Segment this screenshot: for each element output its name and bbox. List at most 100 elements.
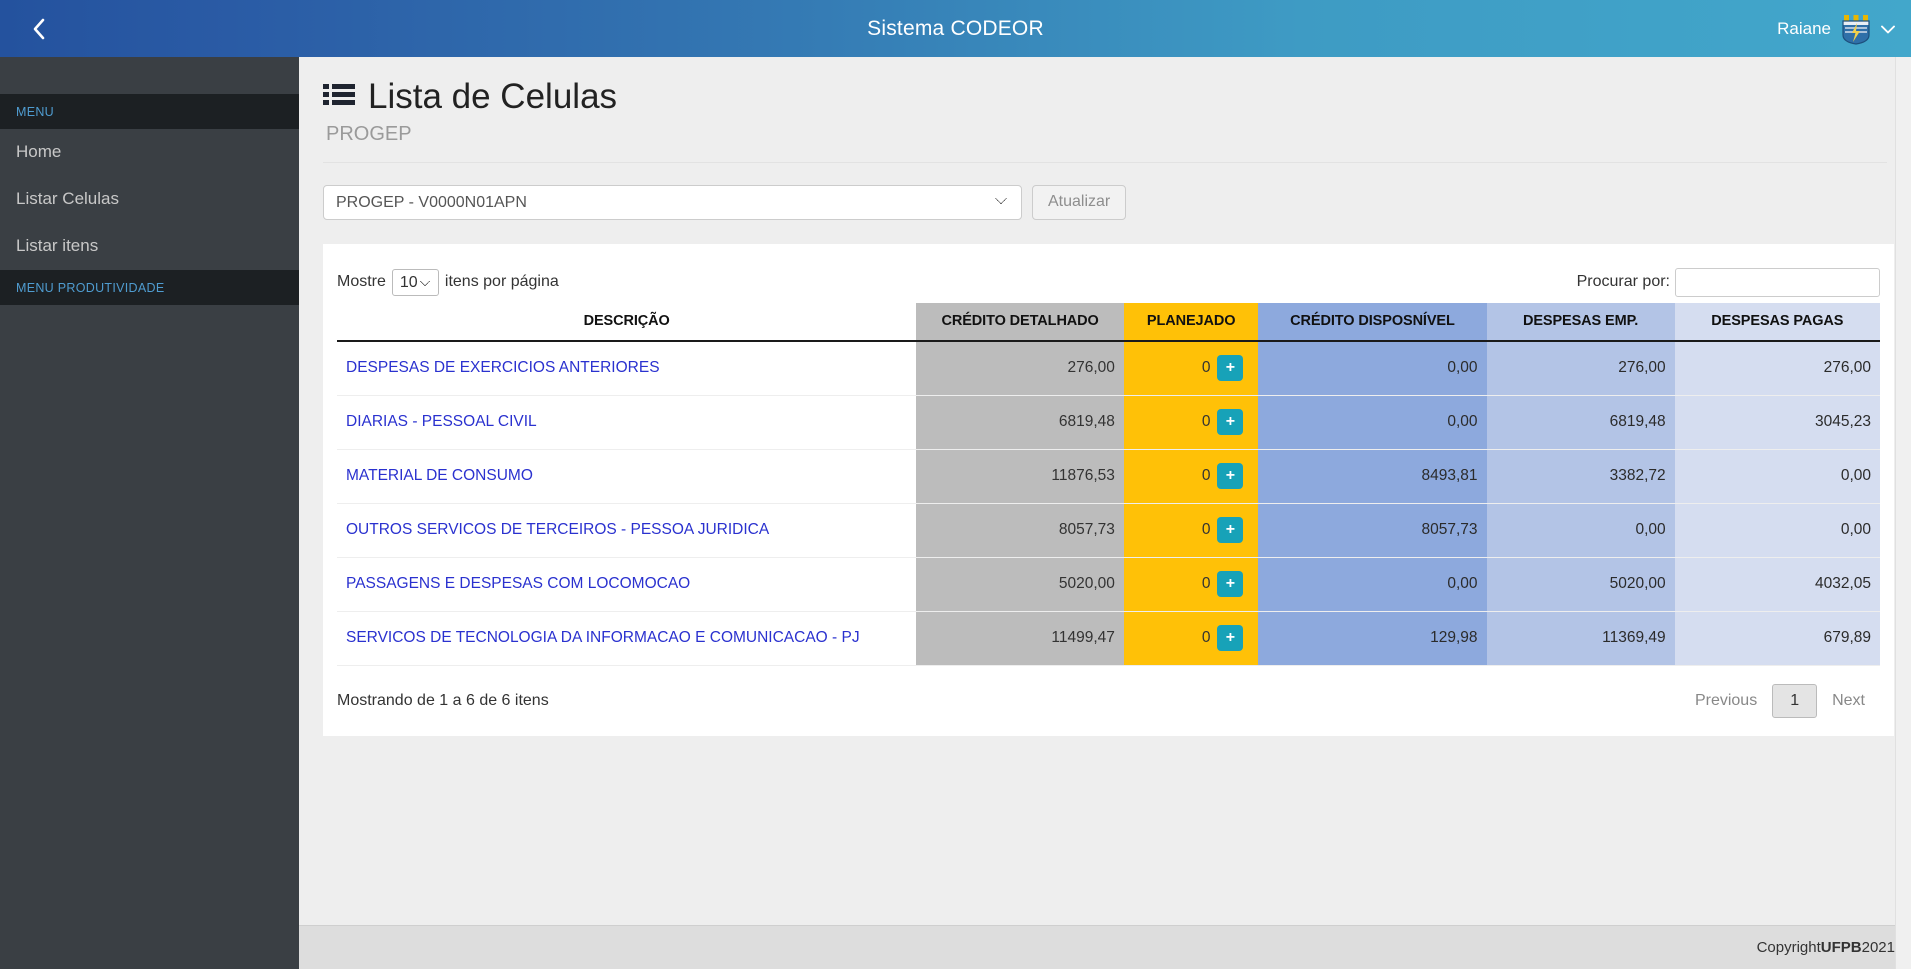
planejado-wrap: 0 + bbox=[1133, 409, 1250, 435]
cell-planejado: 0 + bbox=[1124, 395, 1259, 449]
page-title: Lista de Celulas bbox=[368, 79, 617, 116]
cell-descricao: SERVICOS DE TECNOLOGIA DA INFORMACAO E C… bbox=[337, 611, 916, 665]
add-planejado-button[interactable]: + bbox=[1217, 571, 1243, 597]
search-input[interactable] bbox=[1675, 268, 1880, 297]
table-row: DESPESAS DE EXERCICIOS ANTERIORES 276,00… bbox=[337, 341, 1880, 396]
col-header-despesas-pagas[interactable]: DESPESAS PAGAS bbox=[1675, 303, 1880, 341]
cell-credito-detalhado: 5020,00 bbox=[916, 557, 1124, 611]
planejado-wrap: 0 + bbox=[1133, 463, 1250, 489]
cell-credito-detalhado: 6819,48 bbox=[916, 395, 1124, 449]
filter-row: PROGEP - V0000N01APN Atualizar bbox=[299, 163, 1911, 220]
cell-despesas-pagas: 4032,05 bbox=[1675, 557, 1880, 611]
descricao-link[interactable]: DIARIAS - PESSOAL CIVIL bbox=[346, 413, 537, 430]
cell-despesas-pagas: 3045,23 bbox=[1675, 395, 1880, 449]
cell-credito-disponivel: 0,00 bbox=[1258, 395, 1486, 449]
list-icon bbox=[323, 83, 355, 111]
vertical-scrollbar[interactable] bbox=[1895, 57, 1911, 969]
cell-credito-detalhado: 11499,47 bbox=[916, 611, 1124, 665]
table-row: DIARIAS - PESSOAL CIVIL 6819,48 0 + 0,00… bbox=[337, 395, 1880, 449]
chevron-down-icon[interactable] bbox=[1881, 22, 1895, 36]
descricao-link[interactable]: SERVICOS DE TECNOLOGIA DA INFORMACAO E C… bbox=[346, 629, 860, 646]
cell-despesas-emp: 3382,72 bbox=[1487, 449, 1675, 503]
user-menu[interactable]: Raiane bbox=[1777, 0, 1895, 57]
pagination-info: Mostrando de 1 a 6 de 6 itens bbox=[337, 692, 549, 710]
cell-despesas-emp: 5020,00 bbox=[1487, 557, 1675, 611]
col-header-planejado[interactable]: PLANEJADO bbox=[1124, 303, 1259, 341]
planejado-wrap: 0 + bbox=[1133, 355, 1250, 381]
user-name: Raiane bbox=[1777, 19, 1831, 39]
cell-descricao: PASSAGENS E DESPESAS COM LOCOMOCAO bbox=[337, 557, 916, 611]
cell-credito-disponivel: 8493,81 bbox=[1258, 449, 1486, 503]
page-header: Lista de Celulas PROGEP bbox=[299, 57, 1911, 163]
descricao-link[interactable]: OUTROS SERVICOS DE TERCEIROS - PESSOA JU… bbox=[346, 521, 769, 538]
cell-credito-detalhado: 8057,73 bbox=[916, 503, 1124, 557]
descricao-link[interactable]: DESPESAS DE EXERCICIOS ANTERIORES bbox=[346, 359, 660, 376]
cell-despesas-pagas: 679,89 bbox=[1675, 611, 1880, 665]
copyright-org: UFPB bbox=[1821, 939, 1862, 956]
celulas-table: DESCRIÇÃO CRÉDITO DETALHADO PLANEJADO CR… bbox=[337, 303, 1880, 666]
page-subtitle: PROGEP bbox=[326, 123, 1887, 146]
cell-despesas-pagas: 0,00 bbox=[1675, 449, 1880, 503]
sidebar-section-header-produtividade: MENU PRODUTIVIDADE bbox=[0, 270, 299, 305]
cell-descricao: DESPESAS DE EXERCICIOS ANTERIORES bbox=[337, 341, 916, 396]
cell-despesas-pagas: 0,00 bbox=[1675, 503, 1880, 557]
planejado-value: 0 bbox=[1202, 359, 1211, 377]
col-header-descricao[interactable]: DESCRIÇÃO bbox=[337, 303, 916, 341]
ufpb-coat-of-arms-icon bbox=[1841, 13, 1871, 45]
col-header-credito-detalhado[interactable]: CRÉDITO DETALHADO bbox=[916, 303, 1124, 341]
cell-descricao: MATERIAL DE CONSUMO bbox=[337, 449, 916, 503]
planejado-value: 0 bbox=[1202, 575, 1211, 593]
table-footer: Mostrando de 1 a 6 de 6 itens Previous 1… bbox=[337, 666, 1880, 728]
descricao-link[interactable]: MATERIAL DE CONSUMO bbox=[346, 467, 533, 484]
table-row: MATERIAL DE CONSUMO 11876,53 0 + 8493,81… bbox=[337, 449, 1880, 503]
descricao-link[interactable]: PASSAGENS E DESPESAS COM LOCOMOCAO bbox=[346, 575, 690, 592]
table-row: OUTROS SERVICOS DE TERCEIROS - PESSOA JU… bbox=[337, 503, 1880, 557]
table-row: PASSAGENS E DESPESAS COM LOCOMOCAO 5020,… bbox=[337, 557, 1880, 611]
cell-planejado: 0 + bbox=[1124, 557, 1259, 611]
add-planejado-button[interactable]: + bbox=[1217, 517, 1243, 543]
add-planejado-button[interactable]: + bbox=[1217, 625, 1243, 651]
pagination-next[interactable]: Next bbox=[1817, 684, 1880, 718]
pagination-previous[interactable]: Previous bbox=[1680, 684, 1772, 718]
page-title-row: Lista de Celulas bbox=[323, 79, 1887, 116]
pagination-page-1[interactable]: 1 bbox=[1772, 684, 1817, 718]
sidebar-item-listar-celulas[interactable]: Listar Celulas bbox=[0, 176, 299, 223]
sidebar-item-home[interactable]: Home bbox=[0, 129, 299, 176]
table-head: DESCRIÇÃO CRÉDITO DETALHADO PLANEJADO CR… bbox=[337, 303, 1880, 341]
planejado-value: 0 bbox=[1202, 413, 1211, 431]
chevron-left-icon[interactable] bbox=[8, 0, 68, 57]
pagination: Previous 1 Next bbox=[1680, 684, 1880, 718]
planejado-wrap: 0 + bbox=[1133, 517, 1250, 543]
cell-planejado: 0 + bbox=[1124, 449, 1259, 503]
cell-despesas-pagas: 276,00 bbox=[1675, 341, 1880, 396]
sidebar-top-spacer bbox=[0, 57, 299, 94]
cell-credito-detalhado: 276,00 bbox=[916, 341, 1124, 396]
add-planejado-button[interactable]: + bbox=[1217, 355, 1243, 381]
search-label: Procurar por: bbox=[1577, 273, 1670, 291]
sidebar: MENU Home Listar Celulas Listar itens ME… bbox=[0, 57, 299, 969]
cell-credito-disponivel: 8057,73 bbox=[1258, 503, 1486, 557]
page-footer: CopyrightUFPB2021 bbox=[299, 925, 1911, 969]
table-header-row: DESCRIÇÃO CRÉDITO DETALHADO PLANEJADO CR… bbox=[337, 303, 1880, 341]
atualizar-button[interactable]: Atualizar bbox=[1032, 185, 1126, 220]
add-planejado-button[interactable]: + bbox=[1217, 463, 1243, 489]
top-navbar: Sistema CODEOR Raiane bbox=[0, 0, 1911, 57]
copyright-year: 2021 bbox=[1862, 939, 1895, 956]
col-header-credito-disponivel[interactable]: CRÉDITO DISPOSNÍVEL bbox=[1258, 303, 1486, 341]
page-length-select[interactable]: 10 bbox=[392, 269, 439, 296]
per-page-label: itens por página bbox=[445, 273, 559, 291]
planejado-value: 0 bbox=[1202, 467, 1211, 485]
cell-despesas-emp: 276,00 bbox=[1487, 341, 1675, 396]
cell-despesas-emp: 11369,49 bbox=[1487, 611, 1675, 665]
table-panel: Mostre 10 itens por página Procurar por:… bbox=[323, 244, 1894, 736]
app-root: Sistema CODEOR Raiane bbox=[0, 0, 1911, 969]
sidebar-item-listar-itens[interactable]: Listar itens bbox=[0, 223, 299, 270]
app-title: Sistema CODEOR bbox=[0, 17, 1911, 41]
planejado-value: 0 bbox=[1202, 521, 1211, 539]
cell-select[interactable]: PROGEP - V0000N01APN bbox=[323, 185, 1022, 220]
col-header-despesas-emp[interactable]: DESPESAS EMP. bbox=[1487, 303, 1675, 341]
cell-credito-disponivel: 129,98 bbox=[1258, 611, 1486, 665]
cell-planejado: 0 + bbox=[1124, 341, 1259, 396]
cell-despesas-emp: 0,00 bbox=[1487, 503, 1675, 557]
add-planejado-button[interactable]: + bbox=[1217, 409, 1243, 435]
